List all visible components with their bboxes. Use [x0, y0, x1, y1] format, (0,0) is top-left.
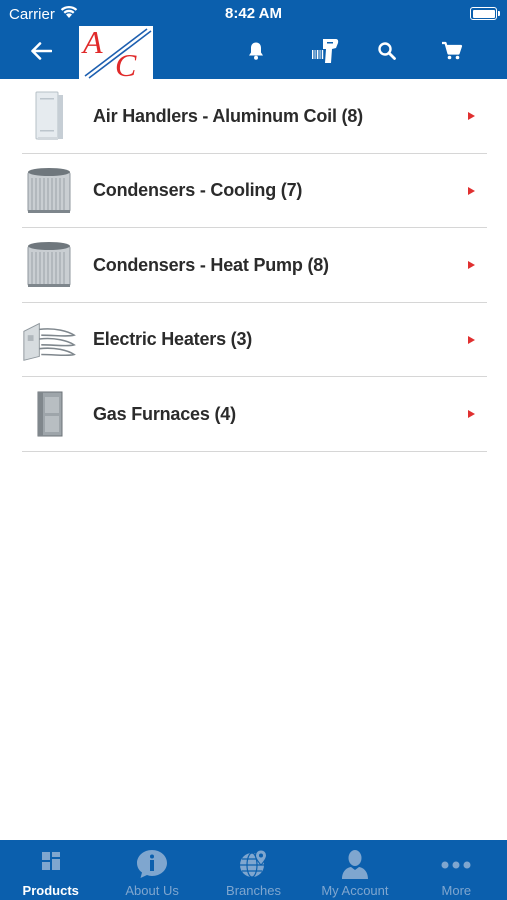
category-label: Gas Furnaces (4): [93, 403, 236, 424]
condenser-thumbnail: [20, 236, 78, 294]
cart-icon[interactable]: [437, 37, 467, 65]
category-label: Electric Heaters (3): [93, 329, 253, 350]
category-list: Air Handlers - Aluminum Coil (8) Condens…: [0, 79, 507, 452]
battery-icon: [470, 7, 500, 20]
more-dots-icon: [441, 856, 471, 874]
tab-label: My Account: [321, 883, 389, 898]
bell-icon[interactable]: [242, 37, 270, 65]
gas-furnace-thumbnail: [20, 385, 78, 443]
category-label: Condensers - Heat Pump (8): [93, 254, 329, 275]
nav-row: [0, 24, 507, 79]
chevron-right-icon: [468, 335, 475, 344]
barcode-scanner-icon[interactable]: [308, 34, 342, 68]
user-icon: [340, 848, 370, 885]
condenser-thumbnail: [20, 162, 78, 220]
chevron-right-icon: [468, 112, 475, 120]
tab-products[interactable]: Products: [0, 840, 101, 900]
tab-more[interactable]: More: [406, 840, 507, 900]
products-grid-icon: [38, 848, 64, 879]
category-row-gas-furnaces[interactable]: Gas Furnaces (4): [0, 377, 507, 452]
chevron-right-icon: [468, 410, 475, 418]
category-row-electric-heaters[interactable]: Electric Heaters (3): [0, 303, 507, 377]
top-bar: Carrier 8:42 AM A C: [0, 0, 507, 79]
search-icon[interactable]: [373, 37, 401, 65]
brand-logo[interactable]: A C: [79, 26, 153, 79]
tab-branches[interactable]: Branches: [203, 840, 304, 900]
air-handler-thumbnail: [20, 87, 78, 145]
category-row-air-handlers[interactable]: Air Handlers - Aluminum Coil (8): [0, 79, 507, 154]
tab-label: Products: [22, 883, 79, 898]
category-row-condensers-heat-pump[interactable]: Condensers - Heat Pump (8): [0, 228, 507, 303]
chevron-right-icon: [468, 261, 475, 269]
brand-logo-mark: A C: [81, 26, 152, 79]
category-label: Condensers - Cooling (7): [93, 180, 303, 201]
chevron-right-icon: [468, 186, 475, 195]
bottom-tab-bar: Products About Us Branches My Account Mo…: [0, 840, 507, 900]
tab-label: About Us: [125, 883, 179, 898]
tab-label: More: [441, 883, 472, 898]
category-row-condensers-cooling[interactable]: Condensers - Cooling (7): [0, 154, 507, 228]
category-label: Air Handlers - Aluminum Coil (8): [93, 105, 363, 126]
tab-label: Branches: [226, 883, 281, 898]
tab-my-account[interactable]: My Account: [304, 840, 405, 900]
back-arrow-icon[interactable]: [26, 36, 56, 66]
electric-heater-thumbnail: [20, 311, 78, 369]
svg-text:A: A: [81, 26, 103, 60]
globe-pin-icon: [238, 848, 270, 885]
row-divider: [22, 450, 487, 452]
status-time: 8:42 AM: [225, 5, 282, 22]
info-bubble-icon: [135, 848, 169, 885]
svg-text:C: C: [115, 47, 137, 79]
tab-about-us[interactable]: About Us: [101, 840, 202, 900]
